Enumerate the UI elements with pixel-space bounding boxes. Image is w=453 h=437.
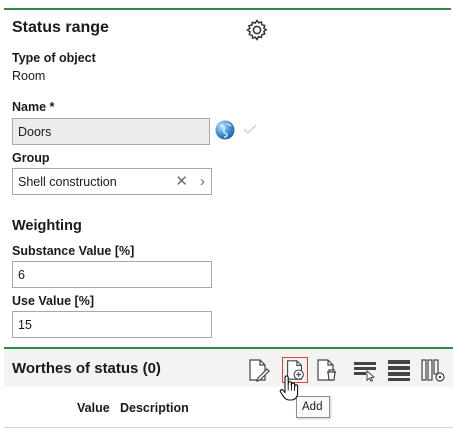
use-value-label: Use Value [%] — [12, 294, 94, 308]
filter-columns-icon[interactable] — [352, 357, 378, 383]
group-field-value: Shell construction — [18, 175, 117, 189]
type-of-object-label: Type of object — [12, 51, 96, 65]
type-of-object-value: Room — [12, 69, 46, 83]
substance-value: 6 — [18, 268, 25, 282]
column-header-value[interactable]: Value — [77, 401, 110, 415]
list-view-icon[interactable] — [386, 357, 412, 383]
edit-document-icon[interactable] — [245, 357, 271, 383]
hand-cursor-icon — [279, 375, 299, 401]
name-field[interactable]: Doors — [12, 118, 210, 145]
name-field-value: Doors — [18, 125, 52, 139]
group-field[interactable]: Shell construction ✕ › — [12, 168, 212, 195]
gear-icon[interactable] — [245, 18, 269, 42]
group-label: Group — [12, 151, 50, 165]
substance-value-label: Substance Value [%] — [12, 244, 135, 258]
use-value-field[interactable]: 15 — [12, 311, 212, 338]
globe-icon[interactable] — [214, 119, 236, 141]
worthes-title: Worthes of status (0) — [12, 360, 161, 377]
column-settings-icon[interactable] — [420, 357, 446, 383]
delete-document-icon[interactable] — [313, 357, 339, 383]
name-label: Name * — [12, 100, 55, 114]
table-divider — [4, 427, 453, 428]
column-header-description[interactable]: Description — [120, 401, 189, 415]
worthes-toolbar: Worthes of status (0) — [4, 347, 453, 387]
substance-value-field[interactable]: 6 — [12, 261, 212, 288]
use-value: 15 — [18, 318, 32, 332]
check-icon[interactable] — [243, 124, 257, 134]
page-title: Status range — [12, 19, 109, 36]
clear-icon[interactable]: ✕ — [175, 174, 188, 189]
weighting-title: Weighting — [12, 218, 82, 234]
chevron-right-icon[interactable]: › — [200, 174, 205, 189]
section-top-rule — [4, 8, 451, 10]
add-tooltip: Add — [296, 396, 330, 418]
